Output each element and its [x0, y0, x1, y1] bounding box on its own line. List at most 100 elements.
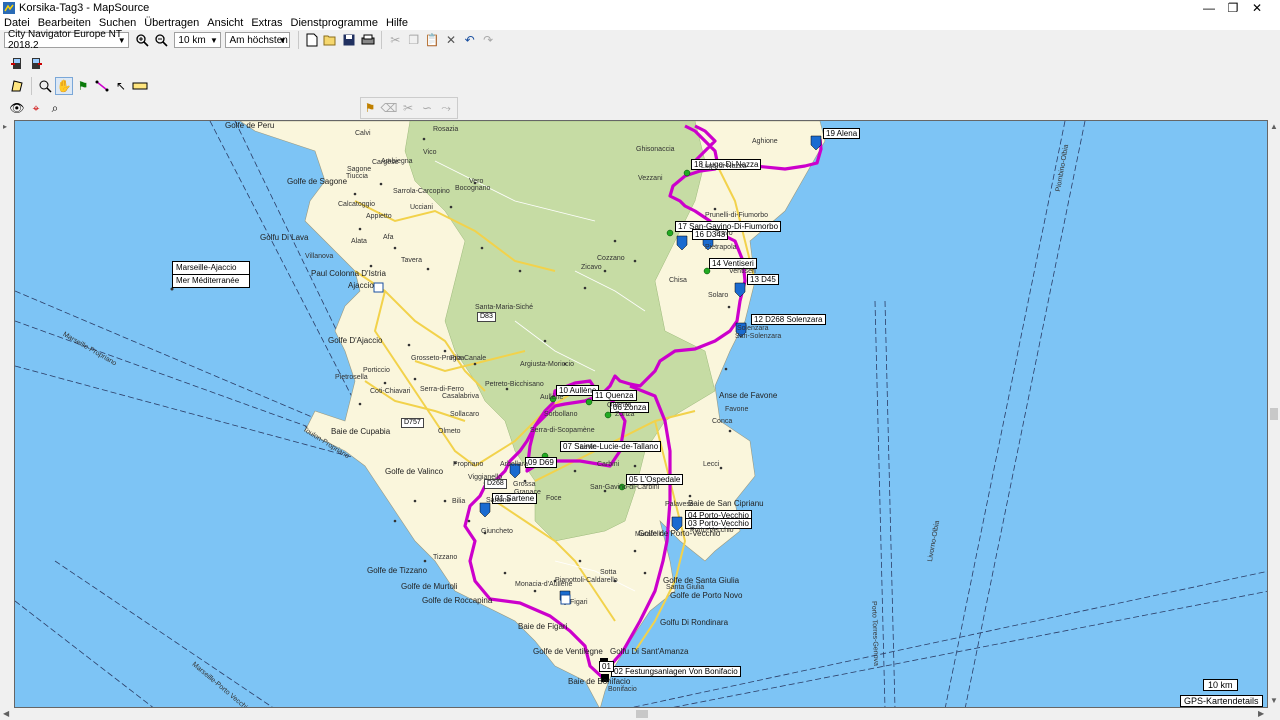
zoom-in-icon[interactable]: [133, 31, 151, 49]
scroll-right-icon[interactable]: ▶: [1258, 709, 1264, 718]
cut-icon[interactable]: ✂: [386, 31, 404, 49]
place-label: Chisa: [669, 277, 687, 284]
place-label: Bonifacio: [608, 686, 637, 693]
chevron-down-icon: ▼: [278, 35, 287, 45]
map-view[interactable]: Marseille-Ajaccio Mer Méditerranée 19 Al…: [14, 120, 1268, 708]
undo-icon[interactable]: ↶: [461, 31, 479, 49]
new-file-icon[interactable]: [303, 31, 321, 49]
place-label: Arbellara: [500, 461, 529, 468]
ferry-info-box[interactable]: Marseille-Ajaccio Mer Méditerranée: [172, 261, 250, 288]
scroll-up-icon[interactable]: ▲: [1270, 122, 1278, 131]
sea-label: Golfe de Porto Novo: [670, 591, 743, 600]
split-track-icon[interactable]: ✂: [399, 99, 417, 117]
waypoint-label[interactable]: 11 Quenza: [592, 390, 637, 401]
menu-extras[interactable]: Extras: [247, 16, 286, 30]
place-label: Figari: [570, 599, 588, 606]
scroll-down-icon[interactable]: ▼: [1270, 696, 1278, 705]
sea-label: Golfe D'Ajaccio: [328, 336, 383, 345]
waypoint-label[interactable]: 01: [599, 661, 614, 672]
print-icon[interactable]: [359, 31, 377, 49]
window-title: Korsika-Tag3 - MapSource: [19, 2, 150, 14]
place-label: Afa: [383, 234, 394, 241]
place-label: Sagone: [347, 166, 372, 173]
join-track-icon[interactable]: ∽: [418, 99, 436, 117]
gps-details-label: GPS-Kartendetails: [1180, 695, 1263, 707]
scroll-thumb[interactable]: [636, 710, 648, 718]
zoom-out-icon[interactable]: [152, 31, 170, 49]
copy-icon[interactable]: ❐: [405, 31, 423, 49]
track-tool-icon[interactable]: ⚑: [361, 99, 379, 117]
waypoint-label[interactable]: 02 Festungsanlagen Von Bonifacio: [611, 666, 741, 677]
place-label: Appietto: [366, 213, 392, 220]
measure-ruler-icon[interactable]: [131, 77, 149, 95]
menu-uebertragen[interactable]: Übertragen: [140, 16, 203, 30]
map-product-select[interactable]: City Navigator Europe NT 2018.2 ▼: [4, 29, 130, 51]
sea-label: Baie de San Ciprianu: [688, 499, 764, 508]
route-tool-icon[interactable]: [93, 77, 111, 95]
binoculars-icon[interactable]: 👁: [8, 99, 26, 117]
waypoint-label[interactable]: 07 Sainte-Lucie-de-Tallano: [560, 441, 662, 452]
waypoint-label[interactable]: 09 D69: [525, 457, 557, 468]
hand-tool-icon[interactable]: ✋: [55, 77, 73, 95]
map-tool-icon[interactable]: [8, 77, 26, 95]
sea-label: Golfe de Murtoli: [401, 582, 458, 591]
menu-datei[interactable]: Datei: [0, 16, 34, 30]
eraser-icon[interactable]: ⌫: [380, 99, 398, 117]
zoom-tool-icon[interactable]: [36, 77, 54, 95]
chevron-right-icon[interactable]: ▸: [3, 122, 7, 131]
waypoint-flag-icon[interactable]: ⚑: [74, 77, 92, 95]
filter-track-icon[interactable]: ⤳: [437, 99, 455, 117]
scroll-thumb[interactable]: [1270, 408, 1278, 420]
place-label: Ambiegna: [381, 158, 413, 165]
place-label: Lecci: [703, 461, 720, 468]
redo-icon[interactable]: ↷: [479, 31, 497, 49]
detail-level-select[interactable]: Am höchsten ▼: [225, 32, 291, 48]
place-label: Palavese: [665, 501, 694, 508]
menu-suchen[interactable]: Suchen: [95, 16, 140, 30]
waypoint-label[interactable]: 13 D45: [747, 274, 779, 285]
sea-label: Golfu Di Lava: [260, 233, 309, 242]
send-to-device-icon[interactable]: [27, 54, 45, 72]
selection-arrow-icon[interactable]: ↖: [112, 77, 130, 95]
find-places-icon[interactable]: ⌖: [27, 99, 45, 117]
delete-icon[interactable]: ✕: [442, 31, 460, 49]
menu-ansicht[interactable]: Ansicht: [203, 16, 247, 30]
sea-label: Anse de Favone: [719, 391, 778, 400]
place-label: Villanova: [305, 253, 334, 260]
waypoint-label[interactable]: 19 Alena: [823, 128, 861, 139]
sea-label: Baie de Bonifacio: [568, 677, 631, 686]
zoom-level-value: 10 km: [178, 34, 206, 46]
receive-from-device-icon[interactable]: [8, 54, 26, 72]
sea-label: Golfe de Sagone: [287, 177, 348, 186]
place-label: Alata: [351, 238, 367, 245]
road-shield: D83: [477, 312, 496, 322]
sea-label: Golfu Di Rondinara: [660, 618, 729, 627]
close-button[interactable]: ✕: [1234, 0, 1280, 16]
horizontal-scrollbar[interactable]: ◀ ▶: [0, 708, 1268, 720]
menu-bar: Datei Bearbeiten Suchen Übertragen Ansic…: [0, 16, 1280, 30]
place-label: Ucciani: [410, 204, 433, 211]
place-label: Sartène: [486, 497, 511, 504]
road-shield: D268: [484, 479, 507, 489]
open-folder-icon[interactable]: [322, 31, 340, 49]
map-scale: 10 km: [1203, 679, 1238, 691]
sea-label: Ajaccio: [348, 281, 374, 290]
sea-label: Baie de Figari: [518, 622, 568, 631]
menu-dienstprogramme[interactable]: Dienstprogramme: [287, 16, 382, 30]
waypoint-label[interactable]: 12 D268 Solenzara: [751, 314, 826, 325]
place-label: Ventiseri: [729, 268, 756, 275]
place-label: Quenza: [607, 402, 632, 409]
map-canvas[interactable]: [15, 121, 1268, 708]
menu-hilfe[interactable]: Hilfe: [382, 16, 412, 30]
place-label: Tavera: [401, 257, 423, 264]
place-label: Santa-Maria-Siché: [475, 304, 533, 311]
menu-bearbeiten[interactable]: Bearbeiten: [34, 16, 95, 30]
zoom-level-select[interactable]: 10 km ▼: [174, 32, 222, 48]
vertical-scrollbar[interactable]: ▲ ▼: [1268, 120, 1280, 708]
find-nearby-icon[interactable]: ⌕: [46, 99, 64, 117]
place-label: Foce: [546, 495, 562, 502]
scroll-left-icon[interactable]: ◀: [3, 709, 9, 718]
save-icon[interactable]: [340, 31, 358, 49]
paste-icon[interactable]: 📋: [424, 31, 442, 49]
place-label: Carbini: [597, 461, 620, 468]
